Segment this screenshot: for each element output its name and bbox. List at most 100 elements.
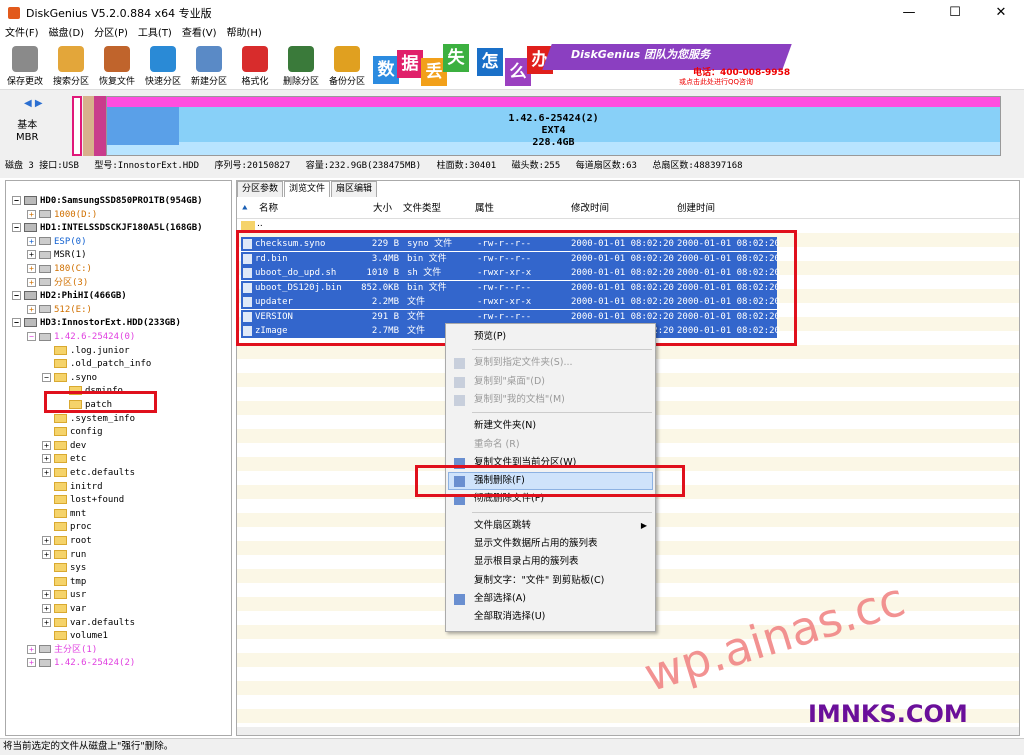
expand-icon[interactable]: + bbox=[27, 264, 36, 273]
col-mtime[interactable]: 修改时间 bbox=[571, 199, 609, 219]
directory-tree[interactable]: − HD0:SamsungSSD850PRO1TB(954GB) +1000(D:)… bbox=[5, 180, 232, 736]
tree-item[interactable]: sys bbox=[42, 562, 86, 575]
collapse-icon[interactable]: − bbox=[12, 196, 21, 205]
menu-item[interactable]: 复制文字："文件" 到剪贴板(C) bbox=[474, 572, 604, 590]
expand-icon[interactable]: + bbox=[42, 536, 51, 545]
tree-item[interactable]: + var bbox=[42, 603, 86, 616]
tree-item[interactable]: − 1.42.6-25424(0) bbox=[27, 331, 135, 344]
menu-item[interactable]: 复制到"我的文档"(M) bbox=[474, 391, 565, 409]
minimize-button[interactable]: — bbox=[886, 0, 932, 26]
tree-item[interactable]: .log.junior bbox=[42, 345, 130, 358]
disk-nav-arrows[interactable]: ◀ ▶ bbox=[24, 98, 43, 109]
menu-item[interactable]: 重命名 (R) bbox=[474, 436, 520, 454]
sort-up-icon[interactable]: ⯅ bbox=[241, 199, 249, 219]
maximize-button[interactable]: ☐ bbox=[932, 0, 978, 26]
tree-item[interactable]: + MSR(1) bbox=[27, 249, 87, 262]
menu-item[interactable]: 全部选择(A) bbox=[474, 590, 526, 608]
col-attr[interactable]: 属性 bbox=[475, 199, 494, 219]
toolbar-button[interactable]: 快速分区 bbox=[140, 44, 186, 87]
parent-dir[interactable]: .. bbox=[257, 219, 263, 229]
menu-help[interactable]: 帮助(H) bbox=[222, 26, 267, 42]
toolbar-button[interactable]: 搜索分区 bbox=[48, 44, 94, 87]
horizontal-scrollbar[interactable] bbox=[237, 727, 1019, 735]
tree-item[interactable]: +1000(D:) bbox=[27, 209, 97, 222]
tree-item[interactable]: + 主分区(1) bbox=[27, 644, 97, 657]
partition-block[interactable] bbox=[94, 96, 106, 156]
toolbar-button[interactable]: 备份分区 bbox=[324, 44, 370, 87]
tab-sector-edit[interactable]: 扇区编辑 bbox=[331, 181, 378, 197]
tree-item[interactable]: − HD0:SamsungSSD850PRO1TB(954GB) bbox=[12, 195, 203, 208]
tree-item[interactable]: + root bbox=[42, 535, 92, 548]
toolbar-button[interactable]: 保存更改 bbox=[2, 44, 48, 87]
ad-banner[interactable]: 数 据 丢 失 怎 么 办 DiskGenius 团队为您服务 电话：400-0… bbox=[371, 42, 794, 88]
toolbar-button[interactable]: 新建分区 bbox=[186, 44, 232, 87]
tree-item[interactable]: + var.defaults bbox=[42, 617, 135, 630]
partition-block[interactable] bbox=[83, 96, 94, 156]
expand-icon[interactable]: + bbox=[42, 454, 51, 464]
menu-file[interactable]: 文件(F) bbox=[0, 26, 44, 42]
tree-item[interactable]: + ESP(0) bbox=[27, 236, 87, 249]
tree-item[interactable]: volume1 bbox=[42, 630, 108, 643]
tree-item[interactable]: − HD2:PhiHI(466GB) bbox=[12, 290, 127, 303]
collapse-icon[interactable]: − bbox=[12, 223, 21, 233]
expand-icon[interactable]: + bbox=[42, 590, 51, 600]
tree-item[interactable]: + dev bbox=[42, 440, 86, 453]
collapse-icon[interactable]: − bbox=[42, 372, 51, 382]
menu-item[interactable]: 全部取消选择(U) bbox=[474, 608, 545, 626]
tree-item[interactable]: + 分区(3) bbox=[27, 277, 88, 290]
tree-item[interactable]: − HD1:INTELSSDSCKJF180A5L(168GB) bbox=[12, 222, 203, 235]
tree-item[interactable]: .old_patch_info bbox=[42, 358, 151, 371]
col-ctime[interactable]: 创建时间 bbox=[677, 199, 715, 219]
menu-item[interactable]: 显示根目录占用的簇列表 bbox=[474, 553, 579, 571]
menu-view[interactable]: 查看(V) bbox=[177, 26, 222, 42]
tree-item[interactable]: +1.42.6-25424(2) bbox=[27, 657, 135, 670]
tree-item[interactable]: +180(C:) bbox=[27, 263, 92, 276]
expand-icon[interactable]: + bbox=[42, 617, 51, 627]
tree-item[interactable]: + run bbox=[42, 549, 86, 562]
tree-item[interactable]: lost+found bbox=[42, 494, 124, 507]
menu-disk[interactable]: 磁盘(D) bbox=[44, 26, 90, 42]
tree-item[interactable]: initrd bbox=[42, 481, 103, 494]
tree-item[interactable]: tmp bbox=[42, 576, 86, 589]
collapse-icon[interactable]: − bbox=[12, 291, 21, 301]
menu-item[interactable]: 新建文件夹(N) bbox=[474, 417, 536, 435]
tree-item[interactable]: config bbox=[42, 426, 103, 439]
collapse-icon[interactable]: − bbox=[27, 332, 36, 341]
expand-icon[interactable]: + bbox=[27, 209, 36, 219]
tree-item[interactable]: − HD3:InnostorExt.HDD(233GB) bbox=[12, 317, 181, 330]
col-size[interactable]: 大小 bbox=[373, 199, 392, 219]
expand-icon[interactable]: + bbox=[42, 604, 51, 613]
tree-item[interactable]: − .syno bbox=[42, 372, 97, 385]
menu-tools[interactable]: 工具(T) bbox=[133, 26, 177, 42]
toolbar-button[interactable]: 格式化 bbox=[232, 44, 278, 87]
menu-partition[interactable]: 分区(P) bbox=[89, 26, 133, 42]
expand-icon[interactable]: + bbox=[27, 658, 36, 668]
close-button[interactable]: ✕ bbox=[978, 0, 1024, 26]
partition-block-main[interactable]: 1.42.6-25424(2) EXT4 228.4GB bbox=[106, 96, 1001, 156]
menu-item[interactable]: 复制到"桌面"(D) bbox=[474, 373, 545, 391]
expand-icon[interactable]: + bbox=[42, 468, 51, 477]
expand-icon[interactable]: + bbox=[27, 644, 36, 654]
tree-item[interactable]: proc bbox=[42, 521, 92, 534]
expand-icon[interactable]: + bbox=[27, 277, 36, 287]
tree-item[interactable]: + etc bbox=[42, 453, 86, 466]
collapse-icon[interactable]: − bbox=[12, 318, 21, 328]
tree-item[interactable]: + usr bbox=[42, 589, 86, 602]
col-name[interactable]: 名称 bbox=[259, 199, 278, 219]
col-type[interactable]: 文件类型 bbox=[403, 199, 441, 219]
menu-item[interactable]: 预览(P) bbox=[474, 328, 506, 346]
tree-item[interactable]: .system_info bbox=[42, 413, 135, 426]
toolbar-button[interactable]: 恢复文件 bbox=[94, 44, 140, 87]
tab-partition-params[interactable]: 分区参数 bbox=[237, 181, 284, 197]
expand-icon[interactable]: + bbox=[27, 250, 36, 260]
expand-icon[interactable]: + bbox=[27, 236, 36, 246]
menu-item[interactable]: 显示文件数据所占用的簇列表 bbox=[474, 535, 598, 553]
expand-icon[interactable]: + bbox=[42, 440, 51, 450]
partition-block[interactable] bbox=[72, 96, 82, 156]
menu-item[interactable]: 复制到指定文件夹(S)... bbox=[474, 354, 573, 372]
tree-item[interactable]: +512(E:) bbox=[27, 304, 92, 317]
tab-browse-files[interactable]: 浏览文件 bbox=[284, 181, 331, 197]
tree-item[interactable]: mnt bbox=[42, 508, 86, 521]
expand-icon[interactable]: + bbox=[42, 549, 51, 559]
tree-item[interactable]: + etc.defaults bbox=[42, 467, 135, 480]
